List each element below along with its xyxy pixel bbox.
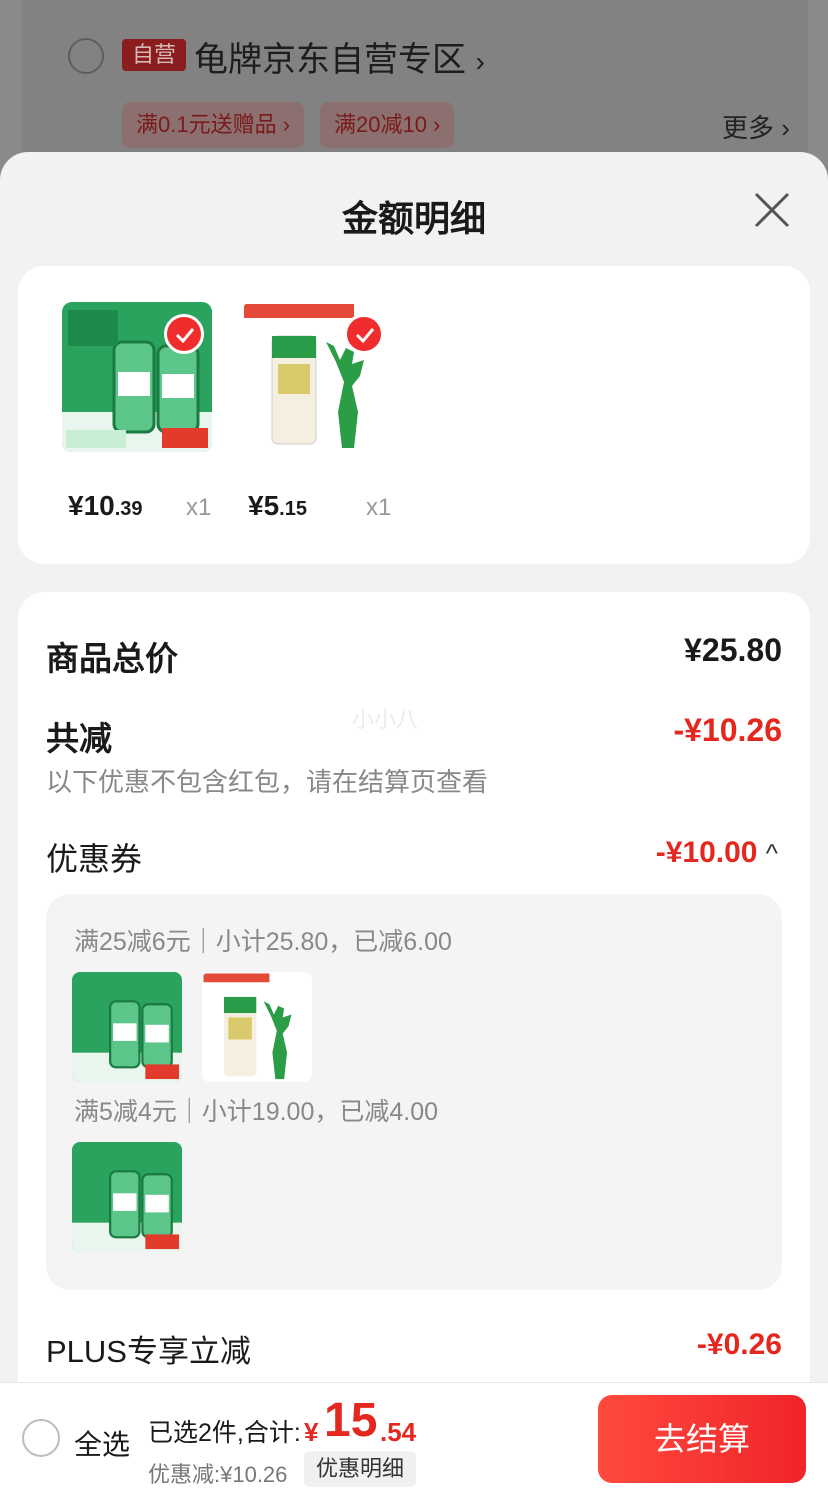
close-icon[interactable]	[752, 190, 792, 230]
product-checked-badge	[344, 314, 384, 354]
product-price-dec: .39	[114, 498, 143, 520]
select-all-label[interactable]: 全选	[74, 1423, 130, 1463]
plus-discount-label: PLUS专享立减	[46, 1334, 251, 1369]
product-image-spray-paint[interactable]	[242, 302, 392, 452]
spray-paint-thumb	[202, 972, 312, 1082]
product-price-dec: .15	[279, 498, 307, 520]
plus-discount-value: -¥0.26	[696, 1328, 782, 1361]
discount-total-label: 共减	[46, 720, 112, 757]
selected-summary: 已选2件,合计:	[148, 1419, 301, 1447]
product-price: ¥10.39	[68, 490, 143, 522]
checkout-bar: 全选 已选2件,合计: ¥ 15 .54 优惠减:¥10.26 优惠明细 去结算	[0, 1382, 828, 1494]
total-amount-dec: .54	[380, 1417, 417, 1447]
chevron-up-icon: ^	[765, 838, 778, 868]
coupon-product-thumb	[72, 1142, 182, 1252]
store-name-text: 龟牌京东自营专区	[194, 41, 466, 79]
chevron-right-icon: ›	[475, 46, 485, 77]
store-select-radio[interactable]	[68, 38, 104, 74]
promo-tag-gift[interactable]: 满0.1元送赠品 ›	[122, 102, 305, 148]
total-amount-int: 15	[324, 1394, 378, 1447]
watermark: 小小八	[352, 707, 419, 732]
more-promos-link[interactable]: 更多 ›	[722, 108, 790, 145]
product-price-int: ¥10	[68, 490, 115, 521]
price-detail-card: 商品总价 ¥25.80 小小八 共减 -¥10.26 以下优惠不包含红包，请在结…	[18, 592, 810, 1494]
discount-total-value: -¥10.26	[673, 712, 782, 748]
sheet-title: 金额明细	[341, 198, 486, 239]
product-quantity: x1	[366, 494, 392, 521]
product-item[interactable]: ¥10.39 x1	[62, 302, 212, 521]
product-price-int: ¥5	[248, 490, 280, 521]
promo-tag-discount[interactable]: 满20减10 ›	[320, 102, 455, 148]
coupon-product-thumb	[202, 972, 312, 1082]
coupon-toggle[interactable]: -¥10.00 ^	[656, 836, 778, 870]
checkout-button[interactable]: 去结算	[598, 1395, 806, 1483]
washer-fluid-thumb	[72, 1142, 182, 1252]
coupon-value: -¥10.00	[655, 836, 758, 869]
amount-detail-sheet: 金额明细 ¥10.39 x1 ¥5.15 x1 商品总价 ¥25.80 小小八 …	[0, 152, 828, 1494]
total-currency: ¥	[304, 1417, 319, 1447]
coupon-label: 优惠券	[46, 841, 143, 877]
discount-hint: 以下优惠不包含红包，请在结算页查看	[46, 767, 489, 797]
selected-products-card: ¥10.39 x1 ¥5.15 x1	[18, 266, 810, 564]
product-price: ¥5.15	[248, 490, 307, 522]
washer-fluid-thumb	[72, 972, 182, 1082]
product-item[interactable]: ¥5.15 x1	[242, 302, 392, 521]
saved-amount: 优惠减:¥10.26	[148, 1462, 288, 1487]
product-image-washer-fluid[interactable]	[62, 302, 212, 452]
select-all-radio[interactable]	[22, 1419, 60, 1457]
store-name[interactable]: 龟牌京东自营专区 ›	[194, 32, 485, 81]
discount-detail-button[interactable]: 优惠明细	[304, 1451, 417, 1487]
coupon-product-thumb	[72, 972, 182, 1082]
coupon-rule: 满5减4元｜小计19.00，已减4.00	[74, 1098, 439, 1126]
total-price-label: 商品总价	[46, 640, 178, 677]
product-checked-badge	[164, 314, 204, 354]
coupon-rule: 满25减6元｜小计25.80，已减6.00	[74, 928, 452, 956]
checkmark-icon	[355, 328, 375, 343]
coupon-detail-box: 满25减6元｜小计25.80，已减6.00 满5减4元｜小计19.00，已减4.…	[46, 894, 782, 1290]
product-quantity: x1	[186, 494, 212, 521]
self-operated-tag: 自营	[122, 39, 187, 71]
checkmark-icon	[175, 328, 195, 343]
total-price-value: ¥25.80	[684, 632, 782, 668]
